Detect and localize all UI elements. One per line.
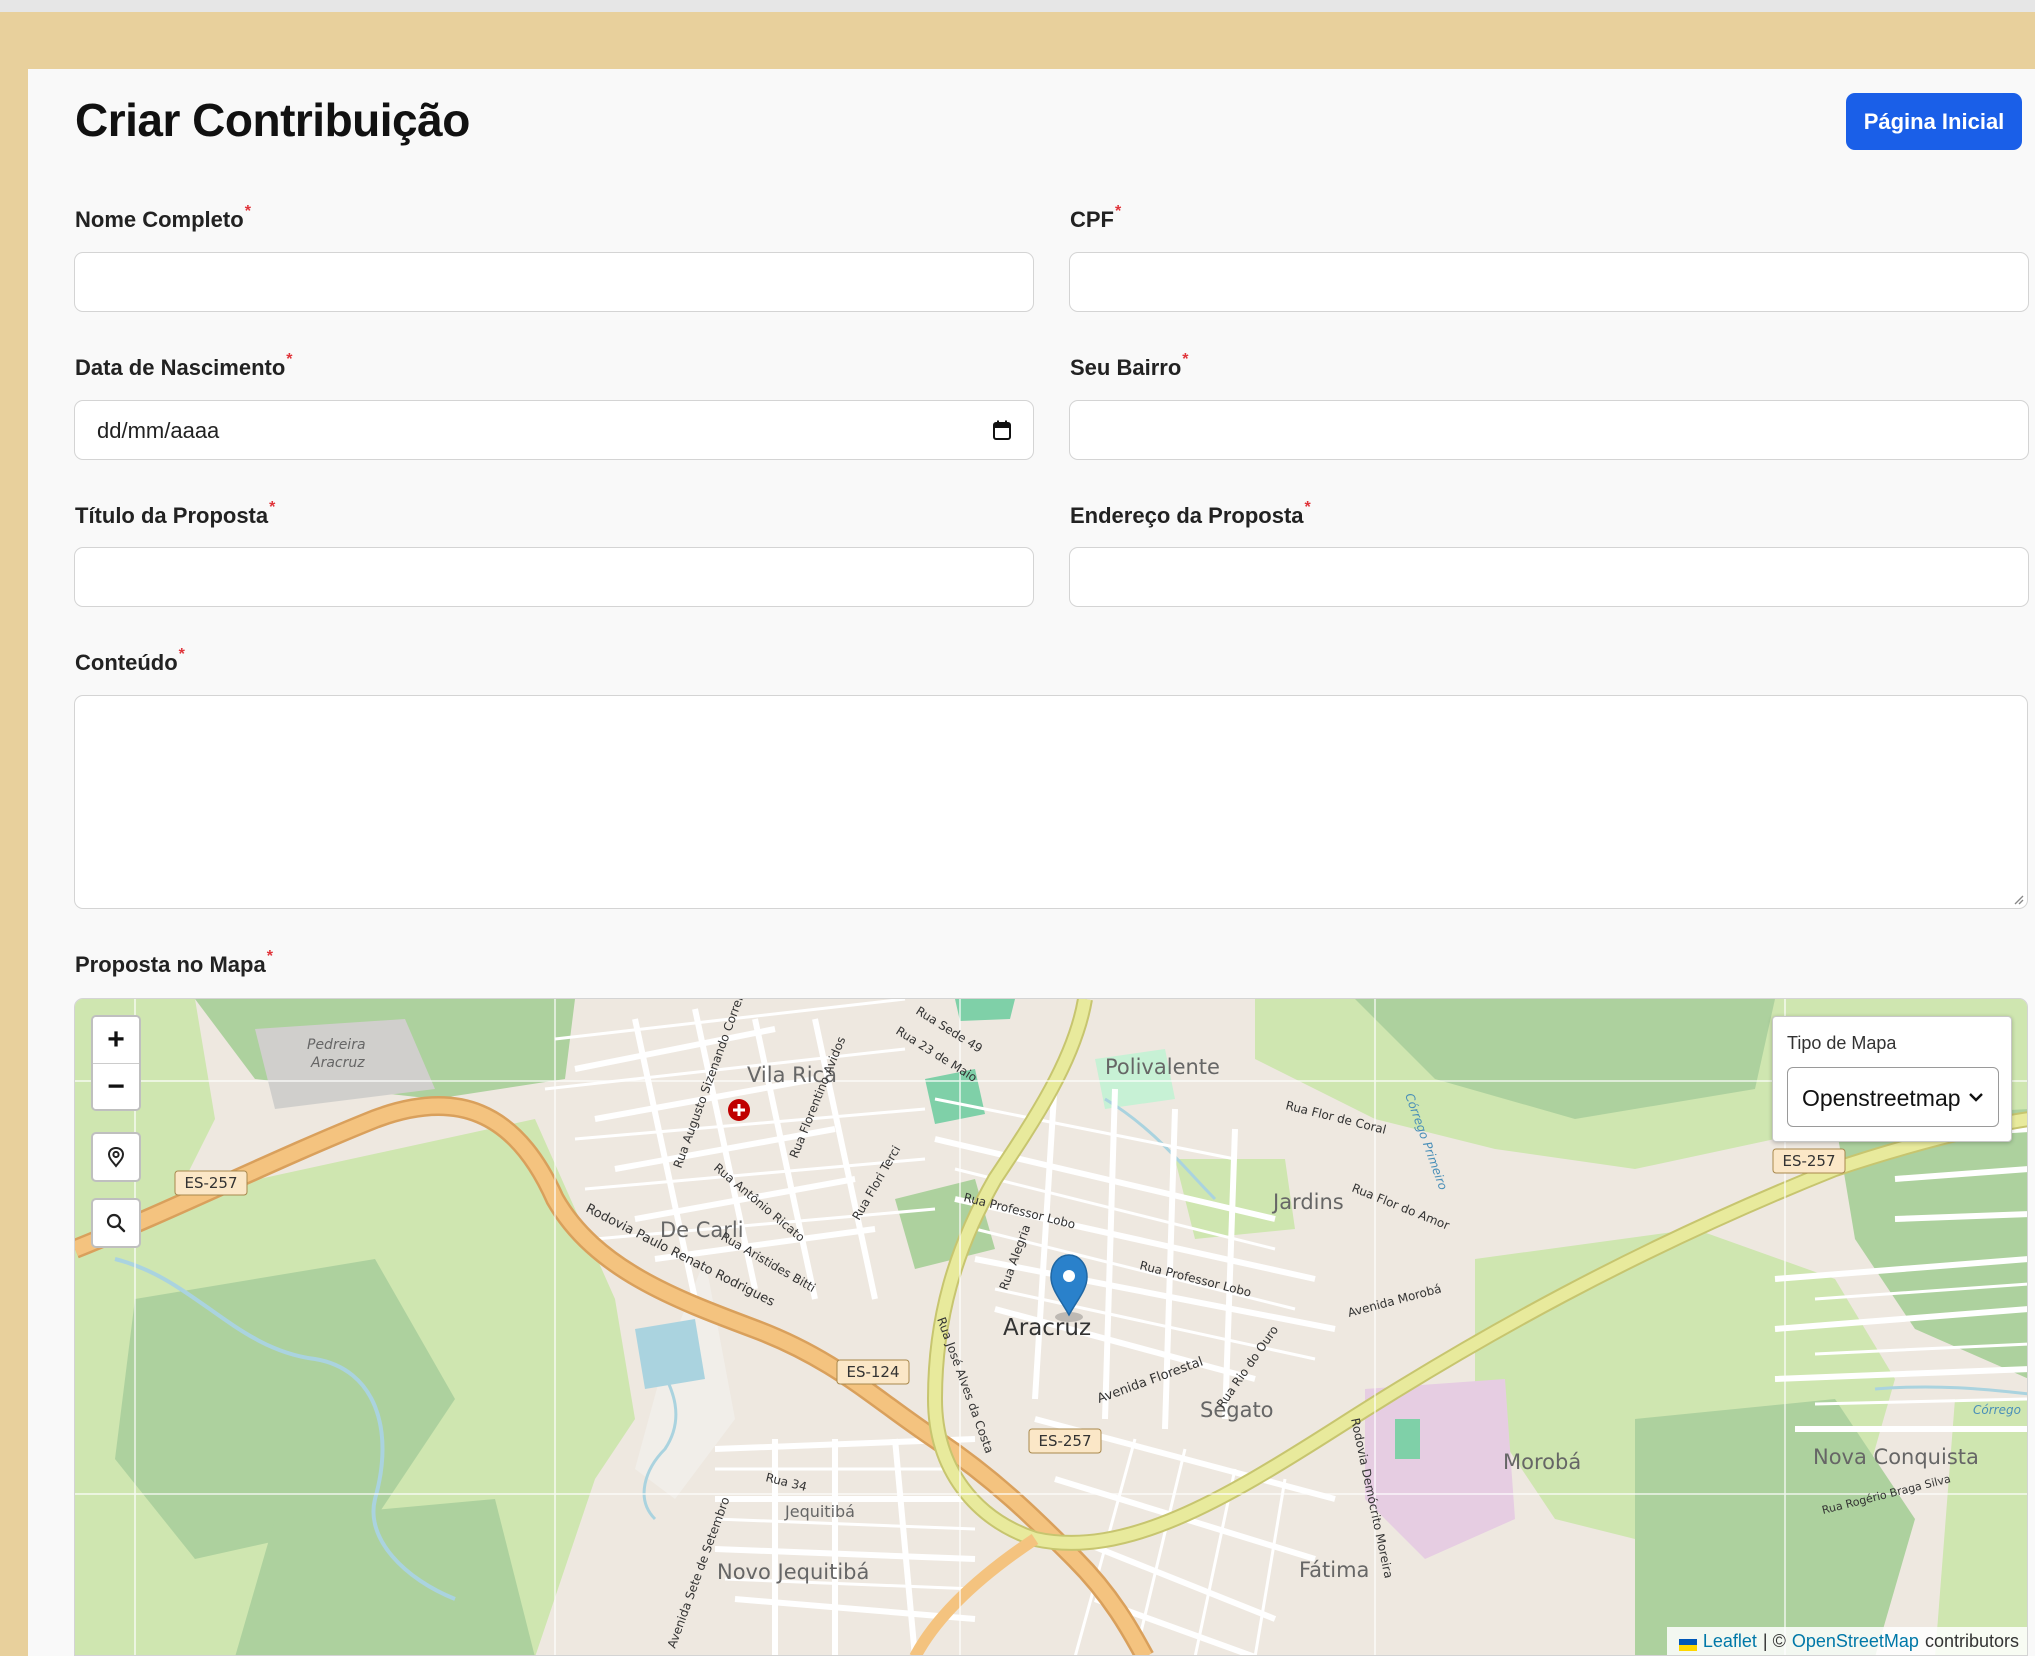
content-label: Conteúdo* xyxy=(75,646,185,676)
required-asterisk: * xyxy=(1182,351,1189,368)
neighborhood-input[interactable] xyxy=(1069,400,2029,460)
proposal-map[interactable]: ES-257 ES-124 ES-257 ES-257 Pedreira Ara… xyxy=(74,998,2028,1656)
home-page-button[interactable]: Página Inicial xyxy=(1846,93,2022,150)
place-label-jequitiba: Jequitibá xyxy=(784,1502,855,1521)
road-shield-es257-center: ES-257 xyxy=(1038,1432,1091,1450)
map-type-select[interactable]: Openstreetmap xyxy=(1787,1067,1999,1127)
proposal-address-label-text: Endereço da Proposta xyxy=(1070,503,1304,528)
required-asterisk: * xyxy=(178,646,185,663)
map-type-panel: Tipo de Mapa Openstreetmap xyxy=(1772,1016,2012,1142)
content-textarea[interactable] xyxy=(74,695,2028,909)
resize-grip-icon[interactable] xyxy=(2012,893,2024,905)
birth-date-label-text: Data de Nascimento xyxy=(75,355,286,380)
required-asterisk: * xyxy=(244,203,251,220)
location-pin-icon xyxy=(107,1146,125,1168)
search-icon xyxy=(106,1213,126,1233)
ukraine-flag-icon xyxy=(1678,1635,1697,1651)
map-type-label: Tipo de Mapa xyxy=(1787,1033,1897,1053)
map-attribution: Leaflet | © OpenStreetMap contributors xyxy=(1666,1627,2027,1655)
neighborhood-label-text: Seu Bairro xyxy=(1070,355,1182,380)
proposal-address-label: Endereço da Proposta* xyxy=(1070,499,1311,529)
attribution-suffix: contributors xyxy=(1924,1630,2019,1651)
neighborhood-label: Seu Bairro* xyxy=(1070,351,1189,381)
browser-top-strip xyxy=(0,0,2035,12)
place-label-segato: Segato xyxy=(1200,1398,1274,1422)
full-name-label: Nome Completo* xyxy=(75,203,251,233)
cpf-label: CPF* xyxy=(1070,203,1121,233)
required-asterisk: * xyxy=(286,351,293,368)
map-section-label-text: Proposta no Mapa xyxy=(75,952,266,977)
proposal-address-input[interactable] xyxy=(1069,547,2029,607)
place-label-fatima: Fátima xyxy=(1299,1558,1369,1582)
place-label-jardins: Jardins xyxy=(1271,1190,1344,1214)
zoom-control: + − xyxy=(91,1015,141,1111)
cpf-label-text: CPF xyxy=(1070,207,1114,232)
place-label-nova-conquista: Nova Conquista xyxy=(1813,1445,1979,1469)
zoom-in-button[interactable]: + xyxy=(93,1017,139,1063)
locate-button[interactable] xyxy=(91,1132,141,1182)
calendar-icon[interactable] xyxy=(993,420,1011,440)
map-tiles[interactable]: ES-257 ES-124 ES-257 ES-257 Pedreira Ara… xyxy=(75,999,2028,1656)
place-label-moroba: Morobá xyxy=(1503,1450,1581,1474)
required-asterisk: * xyxy=(1304,499,1311,516)
openstreetmap-link[interactable]: OpenStreetMap xyxy=(1792,1631,1919,1652)
place-label-pedreira: Pedreira xyxy=(307,1037,366,1053)
leaflet-link[interactable]: Leaflet xyxy=(1703,1631,1757,1652)
required-asterisk: * xyxy=(266,948,273,965)
cpf-input[interactable] xyxy=(1069,252,2029,312)
road-shield-es124: ES-124 xyxy=(846,1363,899,1381)
chevron-down-icon xyxy=(1969,1093,1983,1102)
attribution-separator: | © xyxy=(1762,1630,1786,1651)
zoom-out-button[interactable]: − xyxy=(93,1063,139,1109)
required-asterisk: * xyxy=(1115,203,1122,220)
road-shield-es257-west: ES-257 xyxy=(184,1174,237,1192)
proposal-title-label: Título da Proposta* xyxy=(75,499,275,529)
water-label-corrego: Córrego xyxy=(1973,1403,2021,1417)
place-label-polivalente: Polivalente xyxy=(1105,1055,1220,1079)
full-name-label-text: Nome Completo xyxy=(75,207,244,232)
birth-date-input[interactable]: dd/mm/aaaa xyxy=(74,400,1034,460)
map-section-label: Proposta no Mapa* xyxy=(75,948,273,978)
road-shield-es257-east: ES-257 xyxy=(1782,1152,1835,1170)
place-label-novo-jequitiba: Novo Jequitibá xyxy=(717,1560,869,1584)
full-name-input[interactable] xyxy=(74,252,1034,312)
map-search-button[interactable] xyxy=(91,1198,141,1248)
proposal-title-input[interactable] xyxy=(74,547,1034,607)
map-type-selected-value: Openstreetmap xyxy=(1802,1085,1961,1111)
birth-date-placeholder: dd/mm/aaaa xyxy=(97,418,220,443)
place-label-pedreira-aracruz: Aracruz xyxy=(310,1055,365,1071)
contribution-form-card: Criar Contribuição Página Inicial Nome C… xyxy=(28,69,2035,1656)
page-title: Criar Contribuição xyxy=(75,94,470,146)
proposal-title-label-text: Título da Proposta xyxy=(75,503,269,528)
content-label-text: Conteúdo xyxy=(75,650,178,675)
birth-date-label: Data de Nascimento* xyxy=(75,351,293,381)
required-asterisk: * xyxy=(269,499,276,516)
